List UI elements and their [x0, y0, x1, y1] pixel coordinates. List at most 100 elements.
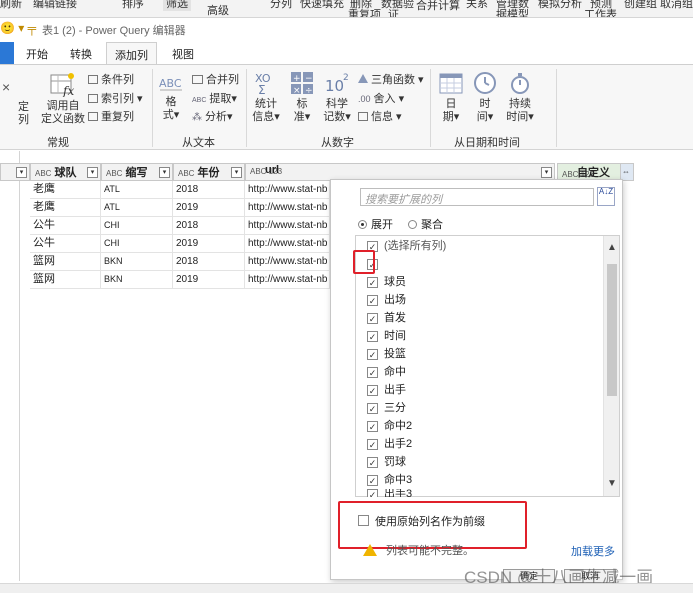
custom-function-button[interactable]: 定 列 — [18, 101, 36, 127]
list-item[interactable]: ✓ 命中3 — [367, 471, 412, 489]
list-item-select-all[interactable]: ✓ (选择所有列) — [367, 237, 446, 255]
table-cell[interactable]: BKN — [101, 253, 173, 271]
parse-button[interactable]: ⁂ 分析▾ — [192, 108, 233, 124]
sheet-label[interactable]: 工作表 — [584, 6, 617, 17]
statistics-button[interactable]: XO Σ 统计 信息▾ — [252, 71, 280, 124]
sort-label[interactable]: 排序 — [122, 0, 144, 11]
text-to-columns-label[interactable]: 分列 — [270, 0, 292, 11]
tab-view[interactable]: 视图 — [172, 46, 194, 62]
queries-pane-collapsed[interactable] — [0, 151, 20, 581]
table-cell[interactable]: ATL — [101, 181, 173, 199]
list-item[interactable]: ✓ 投篮 — [367, 345, 406, 363]
table-cell[interactable]: 2018 — [173, 181, 245, 199]
table-cell[interactable]: http://www.stat-nb — [245, 217, 330, 235]
filter-dropdown-icon[interactable]: ▾ — [541, 167, 552, 178]
list-item[interactable]: ✓ 出手2 — [367, 435, 412, 453]
column-header-year[interactable]: ABC 年份 ▾ — [173, 163, 245, 181]
table-cell[interactable]: 篮网 — [30, 271, 101, 289]
extract-button[interactable]: ABC 提取▾ — [192, 90, 237, 106]
invoke-custom-function-button[interactable]: fx 调用自 定义函数 — [40, 71, 86, 126]
filter-label[interactable]: 筛选 — [163, 0, 191, 11]
validation-label-2[interactable]: 证 — [388, 6, 399, 17]
column-search-input[interactable]: 搜索要扩展的列 — [360, 188, 594, 206]
flash-fill-label[interactable]: 快速填充 — [300, 0, 344, 11]
table-cell[interactable]: 2019 — [173, 271, 245, 289]
scientific-button[interactable]: 10 2 科学 记数▾ — [320, 71, 354, 124]
row-number-header[interactable]: ▾ — [0, 163, 30, 181]
filter-dropdown-icon[interactable]: ▾ — [231, 167, 242, 178]
list-item[interactable]: ✓ 时间 — [367, 327, 406, 345]
checkbox-checked-icon[interactable]: ✓ — [367, 313, 378, 324]
table-menu-icon[interactable]: ▾ — [16, 167, 27, 178]
table-cell[interactable]: 老鹰 — [30, 199, 101, 217]
radio-aggregate[interactable]: 聚合 — [408, 219, 443, 231]
checkbox-checked-icon[interactable]: ✓ — [367, 439, 378, 450]
advanced-label[interactable]: 高级 — [207, 2, 229, 17]
scroll-down-icon[interactable]: ▼ — [604, 476, 620, 492]
table-cell[interactable]: 老鹰 — [30, 181, 101, 199]
file-tab[interactable] — [0, 42, 14, 64]
list-item[interactable]: ✓ 出手3 — [367, 489, 412, 497]
list-item[interactable]: ✓ 首发 — [367, 309, 406, 327]
load-more-link[interactable]: 加载更多 — [571, 543, 615, 559]
edit-links-label[interactable]: 编辑链接 — [33, 0, 77, 11]
tab-add-column[interactable]: 添加列 — [106, 42, 157, 65]
table-cell[interactable]: http://www.stat-nb — [245, 235, 330, 253]
checkbox-checked-icon[interactable]: ✓ — [367, 489, 378, 497]
list-item[interactable]: ✓ 出场 — [367, 291, 406, 309]
list-item[interactable]: ✓ 出手 — [367, 381, 406, 399]
standard-button[interactable]: + − × ÷ 标 准▾ — [288, 71, 316, 124]
time-button[interactable]: 时 间▾ — [470, 71, 500, 124]
quick-access-toolbar[interactable]: 🙂 ▾ ╤ — [0, 21, 36, 35]
checkbox-checked-icon[interactable]: ✓ — [367, 277, 378, 288]
checkbox-checked-icon[interactable]: ✓ — [367, 331, 378, 342]
list-item[interactable]: ✓ 三分 — [367, 399, 406, 417]
date-button[interactable]: 日 期▾ — [436, 71, 466, 124]
checkbox-checked-icon[interactable]: ✓ — [367, 295, 378, 306]
radio-expand[interactable]: 展开 — [358, 219, 393, 231]
consolidate-label[interactable]: 合并计算 — [416, 0, 460, 13]
table-cell[interactable]: 篮网 — [30, 253, 101, 271]
list-item[interactable]: ✓ 球员 — [367, 273, 406, 291]
duplicate-column-button[interactable]: 重复列 — [88, 108, 134, 124]
group-label[interactable]: 创建组 — [624, 0, 657, 11]
table-cell[interactable]: 公牛 — [30, 235, 101, 253]
table-cell[interactable]: http://www.stat-nb — [245, 181, 330, 199]
data-model-label[interactable]: 据模型 — [496, 6, 529, 17]
list-item[interactable]: ✓ 命中 — [367, 363, 406, 381]
checkbox-checked-icon[interactable]: ✓ — [367, 385, 378, 396]
scroll-up-icon[interactable]: ▲ — [604, 240, 620, 256]
table-cell[interactable]: 公牛 — [30, 217, 101, 235]
close-icon[interactable]: × — [2, 79, 10, 95]
table-cell[interactable]: CHI — [101, 235, 173, 253]
merge-columns-button[interactable]: 合并列 — [192, 71, 239, 87]
ungroup-label[interactable]: 取消组 — [660, 0, 693, 11]
scroll-thumb[interactable] — [607, 264, 617, 396]
checkbox-checked-icon[interactable]: ✓ — [367, 421, 378, 432]
table-cell[interactable]: 2018 — [173, 217, 245, 235]
duplicates-label[interactable]: 重复项 — [348, 6, 381, 17]
table-cell[interactable]: 2018 — [173, 253, 245, 271]
table-cell[interactable]: http://www.stat-nb — [245, 253, 330, 271]
index-column-button[interactable]: 索引列 ▾ — [88, 90, 143, 106]
duration-button[interactable]: 持续 时间▾ — [504, 71, 536, 124]
trigonometry-button[interactable]: 三角函数 ▾ — [358, 71, 424, 87]
refresh-label[interactable]: 刷新 — [0, 0, 22, 11]
conditional-column-button[interactable]: 条件列 — [88, 71, 134, 87]
table-cell[interactable]: BKN — [101, 271, 173, 289]
table-cell[interactable]: CHI — [101, 217, 173, 235]
checkbox-checked-icon[interactable]: ✓ — [367, 457, 378, 468]
list-scrollbar[interactable]: ▲ ▼ — [603, 236, 619, 496]
information-button[interactable]: 信息 ▾ — [358, 108, 402, 124]
checkbox-checked-icon[interactable]: ✓ — [367, 349, 378, 360]
table-cell[interactable]: 2019 — [173, 199, 245, 217]
list-item[interactable]: ✓ 罚球 — [367, 453, 406, 471]
checkbox-checked-icon[interactable]: ✓ — [367, 475, 378, 486]
list-item[interactable]: ✓ 命中2 — [367, 417, 412, 435]
checkbox-checked-icon[interactable]: ✓ — [367, 403, 378, 414]
column-header-team[interactable]: ABC 球队 ▾ — [30, 163, 101, 181]
table-cell[interactable]: http://www.stat-nb — [245, 199, 330, 217]
tab-home[interactable]: 开始 — [26, 46, 48, 62]
column-header-abbr[interactable]: ABC 缩写 ▾ — [101, 163, 173, 181]
relationships-label[interactable]: 关系 — [466, 0, 488, 11]
